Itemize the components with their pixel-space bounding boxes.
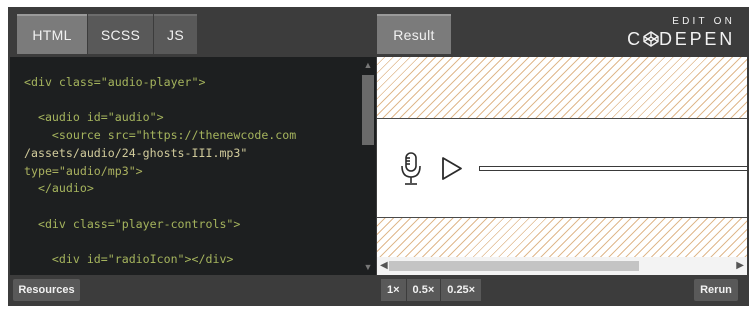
result-horizontal-scrollbar[interactable]: ◀ ▶ xyxy=(377,257,747,275)
codepen-logo: C DEPEN xyxy=(623,28,735,50)
scroll-left-icon[interactable]: ◀ xyxy=(380,260,388,272)
code-line-7: </audio> xyxy=(24,181,94,196)
tab-js[interactable]: JS xyxy=(154,14,197,54)
codepen-embed: HTML SCSS JS Result EDIT ON C DEPEN <div … xyxy=(8,7,749,306)
play-button[interactable] xyxy=(441,156,463,181)
zoom-0-5x-button[interactable]: 0.5× xyxy=(406,279,441,301)
code-vertical-scrollbar[interactable]: ▲ ▼ xyxy=(360,57,376,275)
rerun-button[interactable]: Rerun xyxy=(694,279,738,301)
code-line-6: type="audio/mp3"> xyxy=(24,163,143,178)
logo-right-text: DEPEN xyxy=(658,29,735,49)
audio-player xyxy=(377,118,747,218)
zoom-controls: 1× 0.5× 0.25× xyxy=(381,279,482,301)
play-icon xyxy=(442,157,462,180)
microphone-icon[interactable] xyxy=(400,152,422,186)
code-line-9: <div class="player-controls"> xyxy=(24,216,241,231)
logo-left-text: C xyxy=(627,29,643,49)
audio-progress-bar[interactable] xyxy=(479,166,747,171)
tab-result[interactable]: Result xyxy=(377,14,451,54)
code-line-11: <div id="radioIcon"></div> xyxy=(24,252,234,267)
scroll-right-icon[interactable]: ▶ xyxy=(736,260,744,272)
code-scroll-thumb[interactable] xyxy=(362,75,374,145)
code-line-5: /assets/audio/24-ghosts-III.mp3" xyxy=(24,145,248,160)
edit-on-codepen-link[interactable]: EDIT ON C DEPEN xyxy=(623,16,735,50)
scroll-up-icon[interactable]: ▲ xyxy=(363,60,373,70)
tab-html[interactable]: HTML xyxy=(17,14,87,54)
result-scroll-thumb[interactable] xyxy=(389,261,639,271)
codepen-cube-icon xyxy=(643,30,659,47)
code-listing: <div class="audio-player"> <audio id="au… xyxy=(24,74,296,269)
zoom-1x-button[interactable]: 1× xyxy=(381,279,406,301)
resources-button[interactable]: Resources xyxy=(13,279,80,301)
code-line-4: <source src="https://thenewcode.com xyxy=(24,128,297,143)
embed-header: HTML SCSS JS Result EDIT ON C DEPEN xyxy=(8,7,749,57)
embed-footer: Resources 1× 0.5× 0.25× Rerun xyxy=(8,275,749,306)
result-pane: ◀ ▶ xyxy=(377,57,747,275)
code-editor-pane[interactable]: <div class="audio-player"> <audio id="au… xyxy=(10,57,376,275)
code-line-3: <audio id="audio"> xyxy=(24,110,164,125)
code-line-1: <div class="audio-player"> xyxy=(24,75,206,89)
tab-scss[interactable]: SCSS xyxy=(88,14,153,54)
scroll-down-icon[interactable]: ▼ xyxy=(363,262,373,272)
zoom-0-25x-button[interactable]: 0.25× xyxy=(441,279,482,301)
edit-on-label: EDIT ON xyxy=(672,16,735,27)
